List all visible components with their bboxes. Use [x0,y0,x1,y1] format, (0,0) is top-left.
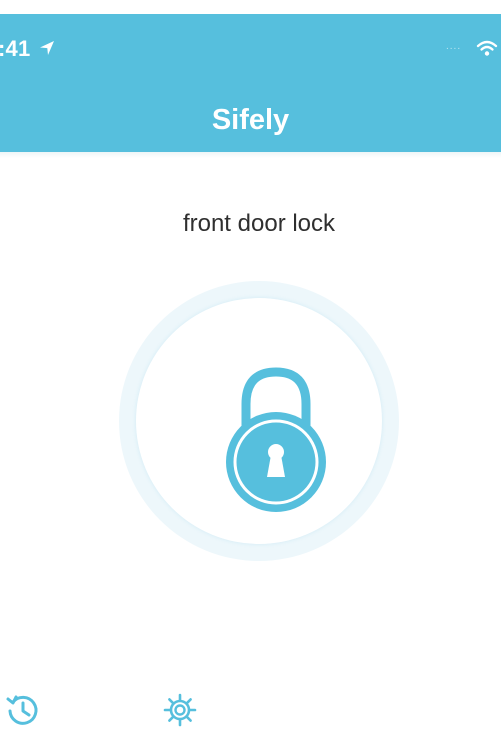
wifi-icon [476,40,498,56]
header-divider [0,152,501,158]
unlock-button[interactable] [119,281,399,561]
location-arrow-icon [40,41,54,55]
gear-icon[interactable] [162,692,198,728]
unlock-button-face[interactable] [136,298,382,544]
signal-indicator: .... [446,41,462,52]
history-icon[interactable] [5,692,41,728]
padlock-icon [226,367,326,512]
app-header: :41 .... Sifely [0,14,501,152]
status-time: :41 [0,36,31,61]
bottom-toolbar [0,680,501,750]
status-bar: :41 .... [0,14,501,84]
lock-name: front door lock [182,210,336,237]
page-title: Sifely [211,104,290,136]
